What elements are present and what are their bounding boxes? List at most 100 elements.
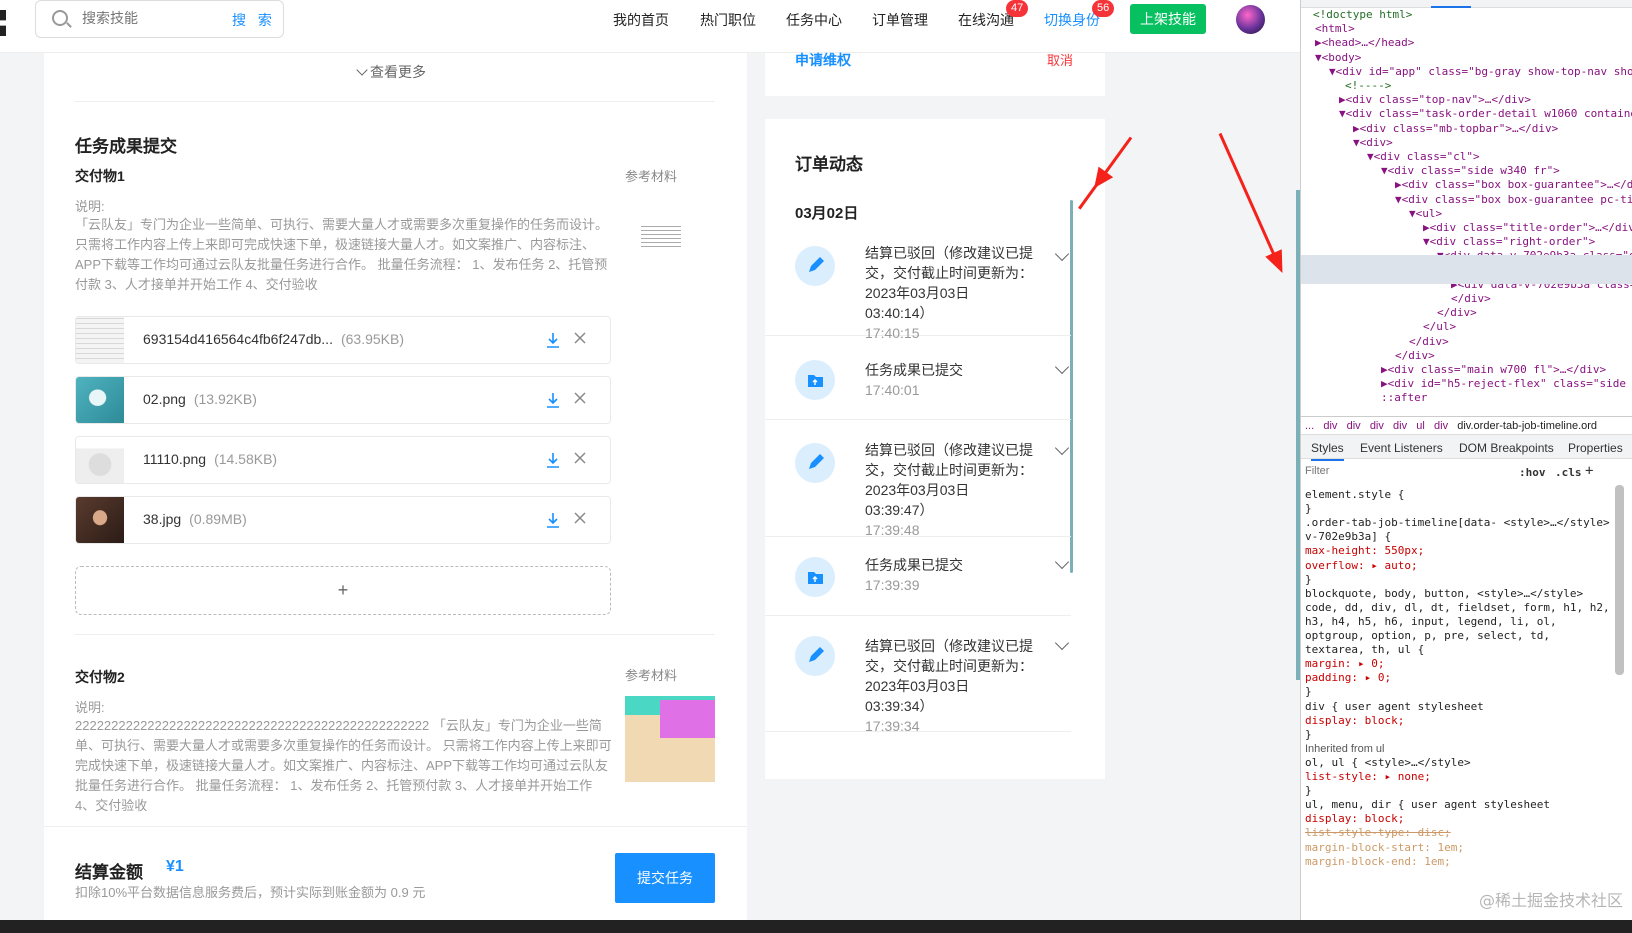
style-rule-line: margin-block-end: 1em; xyxy=(1305,854,1451,868)
section-title: 任务成果提交 xyxy=(75,137,177,156)
submit-task-button[interactable]: 提交任务 xyxy=(615,853,715,903)
dom-tree-line[interactable]: </div> xyxy=(1451,292,1491,306)
nav-hot-jobs[interactable]: 热门职位 xyxy=(700,10,756,30)
breadcrumb-item[interactable]: div xyxy=(1434,420,1448,432)
deliverable2-description: 2222222222222222222222222222222222222222… xyxy=(75,718,612,813)
breadcrumb-item[interactable]: div.order-tab-job-timeline.ord xyxy=(1457,420,1597,432)
chevron-down-icon[interactable] xyxy=(1054,554,1070,570)
hov-toggle[interactable]: :hov xyxy=(1519,466,1546,479)
breadcrumb-item[interactable]: div xyxy=(1323,420,1337,432)
dom-tree-line[interactable]: </ul> xyxy=(1423,320,1456,334)
dom-tree-line[interactable]: ▼<body> xyxy=(1315,51,1361,65)
close-icon[interactable] xyxy=(573,451,587,465)
dom-tree-line[interactable]: ▼<div class="cl"> xyxy=(1367,150,1480,164)
nav-online-chat[interactable]: 在线沟通 47 xyxy=(958,0,1029,30)
annotation-arrowhead xyxy=(1265,249,1291,277)
download-icon[interactable] xyxy=(546,332,560,348)
apply-rights-link[interactable]: 申请维权 xyxy=(795,50,851,70)
top-nav: 搜 索 我的首页 热门职位 任务中心 订单管理 在线沟通 47 切换身份 56 … xyxy=(0,0,1300,53)
nav-task-center[interactable]: 任务中心 xyxy=(786,10,842,30)
tab-event-listeners[interactable]: Event Listeners xyxy=(1360,441,1443,455)
file-thumbnail[interactable] xyxy=(76,437,124,483)
cancel-link[interactable]: 取消 xyxy=(1047,50,1073,69)
avatar[interactable] xyxy=(1236,5,1265,34)
dom-tree-line[interactable]: ▼<div> xyxy=(1353,136,1393,150)
breadcrumb-item[interactable]: div xyxy=(1347,420,1361,432)
page-scrollbar[interactable] xyxy=(1296,190,1300,680)
reference-material-thumbnail[interactable] xyxy=(641,224,681,250)
file-thumbnail[interactable] xyxy=(76,317,124,363)
dom-tree-line[interactable]: ▼<div id="app" class="bg-gray show-top-n… xyxy=(1329,65,1632,79)
style-rule-line: max-height: 550px; xyxy=(1305,544,1425,558)
download-icon[interactable] xyxy=(546,452,560,468)
styles-scrollbar[interactable] xyxy=(1615,485,1624,675)
dom-tree-line[interactable]: ▼<div class="side w340 fr"> xyxy=(1381,164,1560,178)
new-style-rule-button[interactable]: + xyxy=(1585,463,1593,479)
nav-order-management[interactable]: 订单管理 xyxy=(872,10,928,30)
dom-tree-line[interactable]: ▼<div class="box box-guarantee pc-time xyxy=(1395,193,1632,207)
tab-dom-breakpoints[interactable]: DOM Breakpoints xyxy=(1459,441,1554,455)
chevron-down-icon[interactable] xyxy=(1054,440,1070,456)
file-card: 11110.png (14.58KB) xyxy=(75,436,611,484)
search-button[interactable]: 搜 索 xyxy=(232,10,276,30)
dom-tree-line[interactable]: ▶<div class="box box-guarantee">…</di xyxy=(1395,178,1632,192)
dom-tree-line[interactable]: ▼<div class="task-order-detail w1060 con… xyxy=(1339,107,1632,121)
dom-tree-line[interactable]: </div> xyxy=(1395,349,1435,363)
close-icon[interactable] xyxy=(573,331,587,345)
dom-tree-line[interactable]: ▶<div class="top-nav">…</div> xyxy=(1339,93,1531,107)
deliverable1-desc-label: 说明: xyxy=(75,199,105,214)
view-more-link[interactable]: 查看更多 xyxy=(356,62,426,82)
nav-home[interactable]: 我的首页 xyxy=(613,10,669,30)
chevron-down-icon[interactable] xyxy=(1054,635,1070,651)
style-rule-line: } xyxy=(1305,685,1312,699)
divider xyxy=(75,634,715,635)
file-thumbnail[interactable] xyxy=(76,377,124,423)
dom-tree-line[interactable]: ▶<div class="title-order">…</div> xyxy=(1423,221,1632,235)
deliverable2-desc-label: 说明: xyxy=(75,700,105,715)
file-thumbnail[interactable] xyxy=(76,497,124,543)
style-rule-line: code, dd, div, dl, dt, fieldset, form, h… xyxy=(1305,600,1610,614)
breadcrumb-item[interactable]: div xyxy=(1370,420,1384,432)
dom-tree-line[interactable]: ▶<div class="mb-topbar">…</div> xyxy=(1353,122,1558,136)
dom-tree-line[interactable]: </div> xyxy=(1409,335,1449,349)
add-file-button[interactable]: + xyxy=(75,566,611,615)
reference-material-thumbnail[interactable] xyxy=(625,696,715,782)
dom-tree-line[interactable]: <!doctype html> xyxy=(1313,8,1412,22)
cls-toggle[interactable]: .cls xyxy=(1555,466,1582,479)
breadcrumb-item[interactable]: ... xyxy=(1305,420,1314,432)
style-rule-line: list-style: ▸ none; xyxy=(1305,770,1431,783)
close-icon[interactable] xyxy=(573,391,587,405)
breadcrumb-item[interactable]: ul xyxy=(1416,420,1425,432)
file-card: 02.png (13.92KB) xyxy=(75,376,611,424)
download-icon[interactable] xyxy=(546,512,560,528)
dom-tree-line[interactable]: <html> xyxy=(1315,22,1355,36)
breadcrumb-item[interactable]: div xyxy=(1393,420,1407,432)
dom-tree-line[interactable]: ::after xyxy=(1381,391,1427,405)
close-icon[interactable] xyxy=(573,511,587,525)
publish-skill-button[interactable]: 上架技能 xyxy=(1130,4,1206,34)
timeline-event-text: 任务成果已提交 xyxy=(865,362,963,378)
tab-properties[interactable]: Properties xyxy=(1568,441,1623,455)
tab-styles[interactable]: Styles xyxy=(1311,441,1344,461)
search-input[interactable] xyxy=(82,10,222,26)
dom-tree-line[interactable]: ▶<head>…</head> xyxy=(1315,36,1414,50)
styles-filter-input[interactable] xyxy=(1305,465,1505,477)
dom-tree-line[interactable]: </div> xyxy=(1437,306,1477,320)
dom-tree-line[interactable]: ▶<div id="h5-reject-flex" class="side w3 xyxy=(1381,377,1632,391)
timeline-event-text: 结算已驳回（修改建议已提交，交付截止时间更新为：2023年03月03日 03:3… xyxy=(865,442,1033,518)
download-icon[interactable] xyxy=(546,392,560,408)
chevron-down-icon[interactable] xyxy=(1054,246,1070,262)
file-name: 11110.png (14.58KB) xyxy=(143,451,278,467)
timeline-item: 任务成果已提交 17:39:39 xyxy=(765,537,1071,616)
dom-tree-line[interactable]: <!----> xyxy=(1345,79,1391,93)
nav-switch-identity[interactable]: 切换身份 56 xyxy=(1044,0,1115,30)
chevron-down-icon[interactable] xyxy=(1054,359,1070,375)
dom-tree-line[interactable]: ▶<div class="main w700 fl">…</div> xyxy=(1381,363,1606,377)
style-rule-line: ol, ul { <style>…</style> xyxy=(1305,755,1471,769)
settlement-label: 结算金额 xyxy=(75,863,143,882)
dom-tree-line[interactable]: ▼<div class="right-order"> xyxy=(1423,235,1595,249)
file-name: 693154d416564c4fb6f247db... (63.95KB) xyxy=(143,331,405,347)
dom-tree-line[interactable]: ▼<ul> xyxy=(1409,207,1442,221)
style-rule-line: ul, menu, dir { user agent stylesheet xyxy=(1305,798,1551,812)
style-rule-line: overflow: ▸ auto; xyxy=(1305,558,1418,572)
